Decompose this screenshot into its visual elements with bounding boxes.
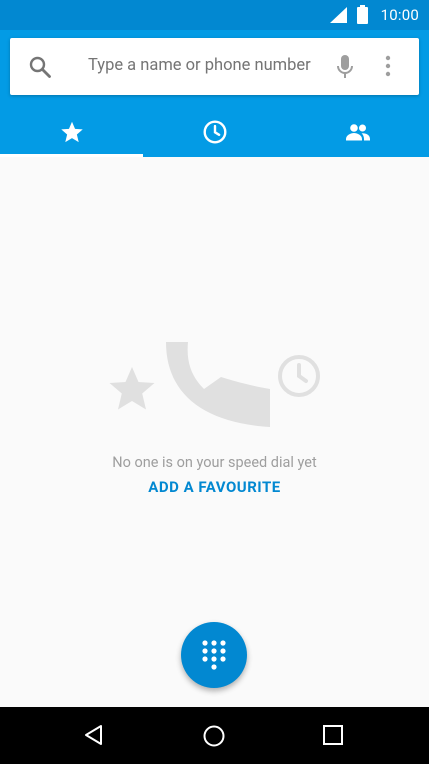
- phone-icon: [166, 342, 270, 427]
- recent-apps-icon[interactable]: [322, 724, 344, 750]
- empty-speed-dial-illustration: [109, 342, 320, 427]
- tab-speed-dial[interactable]: [0, 108, 143, 157]
- home-icon[interactable]: [202, 724, 226, 752]
- search-box[interactable]: Type a name or phone number: [10, 38, 419, 95]
- dialpad-icon: [202, 640, 226, 670]
- tab-recents[interactable]: [143, 108, 286, 157]
- star-icon: [109, 367, 155, 410]
- clock-icon: [278, 355, 320, 397]
- clock-icon: [203, 120, 226, 144]
- battery-icon: [357, 5, 368, 28]
- search-icon[interactable]: [28, 55, 52, 83]
- status-time: 10:00: [380, 6, 419, 24]
- star-icon: [60, 121, 83, 143]
- tab-contacts[interactable]: [286, 108, 429, 157]
- app-bar: Type a name or phone number: [0, 30, 429, 157]
- people-icon: [345, 124, 370, 141]
- empty-state-message: No one is on your speed dial yet: [112, 454, 317, 471]
- add-favourite-button[interactable]: ADD A FAVOURITE: [0, 478, 429, 496]
- navigation-bar: [0, 707, 429, 764]
- status-bar: 10:00: [0, 0, 429, 30]
- dialpad-button[interactable]: [181, 622, 247, 688]
- back-icon[interactable]: [82, 723, 106, 751]
- tab-bar: [0, 108, 429, 157]
- signal-icon: [330, 7, 347, 27]
- microphone-icon[interactable]: [336, 54, 354, 84]
- search-input[interactable]: Type a name or phone number: [88, 56, 311, 75]
- more-options-icon[interactable]: [384, 55, 392, 81]
